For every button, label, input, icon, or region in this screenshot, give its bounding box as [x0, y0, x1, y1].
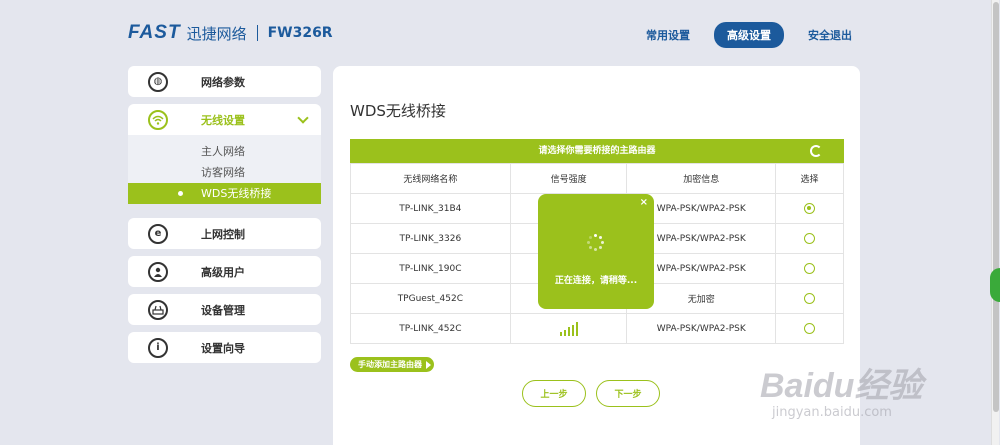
wireless-submenu: 主人网络 访客网络 WDS无线桥接: [128, 135, 321, 204]
sidebar: ◍ 网络参数 无线设置 主人网络 访客网络 WDS无线桥接 e 上网控制 高级用…: [128, 66, 321, 370]
select-cell: [775, 193, 844, 224]
ie-icon: e: [148, 223, 168, 244]
select-cell: [775, 223, 844, 254]
radio-option[interactable]: [804, 233, 816, 244]
sidebar-item-label: 网络参数: [201, 75, 245, 89]
sidebar-item-access-control[interactable]: e 上网控制: [128, 218, 321, 249]
sidebar-item-advanced-user[interactable]: 高级用户: [128, 256, 321, 287]
radio-option[interactable]: [804, 293, 816, 304]
sidebar-item-label: 高级用户: [201, 265, 245, 279]
signal-strength-icon: [559, 321, 578, 336]
loading-spinner-icon: [587, 234, 605, 252]
nav-advanced-settings[interactable]: 高级设置: [714, 22, 784, 48]
page-title: WDS无线桥接: [350, 102, 446, 120]
sidebar-item-device-management[interactable]: 设备管理: [128, 294, 321, 325]
user-icon: [148, 261, 168, 282]
top-nav: 常用设置 高级设置 安全退出: [646, 22, 852, 48]
globe-icon: ◍: [148, 71, 168, 92]
connecting-message: 正在连接，请稍等...: [554, 276, 638, 286]
nav-logout[interactable]: 安全退出: [808, 27, 852, 43]
sidebar-subitem-wds-bridge[interactable]: WDS无线桥接: [128, 183, 321, 204]
connecting-dialog: × 正在连接，请稍等...: [538, 194, 654, 309]
table-banner: 请选择你需要桥接的主路由器: [350, 139, 844, 163]
brand-logo: FAST 迅捷网络 FW326R: [128, 22, 333, 44]
ssid-cell: TP-LINK_3326: [350, 223, 511, 254]
col-header-signal: 信号强度: [509, 163, 628, 194]
col-header-ssid: 无线网络名称: [350, 163, 511, 194]
brand-name: FAST: [128, 22, 181, 43]
nav-common-settings[interactable]: 常用设置: [646, 27, 690, 43]
select-cell: [775, 253, 844, 284]
sidebar-item-network-params[interactable]: ◍ 网络参数: [128, 66, 321, 97]
ssid-cell: TP-LINK_31B4: [350, 193, 511, 224]
table-banner-text: 请选择你需要桥接的主路由器: [538, 146, 656, 156]
select-cell: [775, 313, 844, 344]
signal-cell: [509, 313, 628, 344]
chevron-down-icon: [297, 111, 309, 124]
encryption-cell: WPA-PSK/WPA2-PSK: [626, 313, 777, 344]
table-header-row: 无线网络名称 信号强度 加密信息 选择: [350, 163, 844, 194]
sidebar-subitem-guest-network[interactable]: 访客网络: [128, 162, 321, 183]
ssid-cell: TP-LINK_190C: [350, 253, 511, 284]
watermark-main: Baidu经验: [760, 367, 923, 405]
brand-name-cn: 迅捷网络: [186, 24, 247, 43]
sidebar-item-label: 上网控制: [201, 227, 245, 241]
close-icon[interactable]: ×: [640, 197, 648, 208]
model-name: FW326R: [267, 25, 333, 41]
table-row[interactable]: TP-LINK_452C WPA-PSK/WPA2-PSK: [350, 313, 844, 344]
next-step-button[interactable]: 下一步: [596, 380, 660, 407]
col-header-encryption: 加密信息: [626, 163, 777, 194]
scrollbar-thumb[interactable]: [993, 2, 999, 412]
side-float-tab[interactable]: [990, 268, 1000, 302]
sidebar-item-label: 设置向导: [201, 341, 245, 355]
watermark: Baidu经验 jingyan.baidu.com: [760, 358, 922, 420]
logo-divider: [256, 25, 258, 41]
sidebar-item-setup-wizard[interactable]: i 设置向导: [128, 332, 321, 363]
page-scrollbar[interactable]: [991, 0, 999, 445]
sidebar-item-label: 设备管理: [201, 303, 245, 317]
sidebar-item-label: 无线设置: [201, 113, 245, 127]
wifi-icon: [148, 109, 168, 130]
radio-option[interactable]: [804, 323, 816, 334]
radio-option[interactable]: [804, 263, 816, 274]
prev-step-button[interactable]: 上一步: [522, 380, 586, 407]
ssid-cell: TPGuest_452C: [350, 283, 511, 314]
ssid-cell: TP-LINK_452C: [350, 313, 511, 344]
refresh-icon[interactable]: [810, 145, 822, 157]
col-header-select: 选择: [775, 163, 844, 194]
select-cell: [775, 283, 844, 314]
watermark-sub: jingyan.baidu.com: [772, 405, 892, 420]
info-icon: i: [148, 337, 168, 358]
radio-selected[interactable]: [804, 203, 816, 214]
sidebar-subitem-host-network[interactable]: 主人网络: [128, 141, 321, 162]
manual-add-router-button[interactable]: 手动添加主路由器: [350, 357, 434, 372]
sidebar-item-wireless[interactable]: 无线设置: [128, 104, 321, 135]
router-icon: [148, 299, 168, 320]
